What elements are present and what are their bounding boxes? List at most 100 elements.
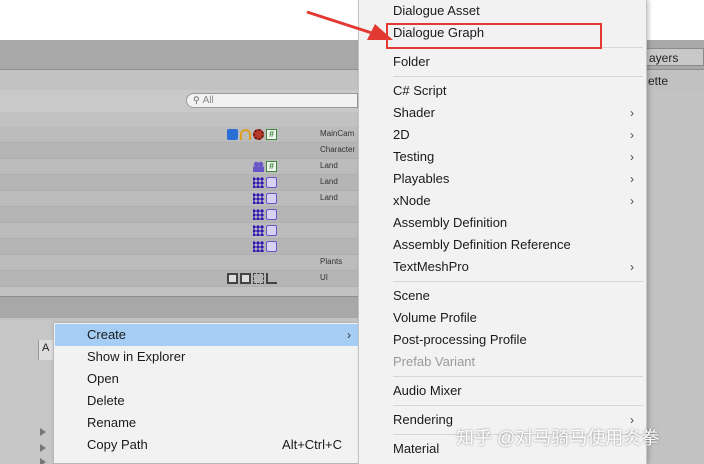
eye-icon[interactable] (266, 209, 277, 220)
tab-palette[interactable]: ette (640, 72, 704, 90)
move-tool-icon[interactable] (266, 273, 277, 284)
script-icon[interactable]: # (266, 161, 277, 172)
expand-triangle-icon[interactable] (40, 444, 46, 452)
create-item-dialogue-asset[interactable]: Dialogue Asset (359, 0, 646, 22)
create-item-audio-mixer[interactable]: Audio Mixer (359, 380, 646, 402)
grid-icon[interactable] (253, 225, 264, 236)
menu-item-label: Volume Profile (393, 310, 477, 325)
chevron-right-icon: › (630, 150, 634, 164)
gear-icon[interactable] (253, 129, 264, 140)
menu-item-label: Shader (393, 105, 435, 120)
create-item-post-processing-profile[interactable]: Post-processing Profile (359, 329, 646, 351)
menu-item-show-in-explorer[interactable]: Show in Explorer (55, 346, 359, 368)
context-menu: Create › Show in Explorer Open Delete Rename C… (53, 322, 360, 464)
menu-item-label: xNode (393, 193, 431, 208)
create-item-testing[interactable]: Testing › (359, 146, 646, 168)
camera-icon[interactable] (227, 129, 238, 140)
menu-separator (393, 76, 643, 77)
menu-item-label: Post-processing Profile (393, 332, 527, 347)
create-item-prefab-variant: Prefab Variant (359, 351, 646, 373)
layer-name: UI (320, 273, 328, 282)
create-item-2d[interactable]: 2D › (359, 124, 646, 146)
menu-separator (393, 405, 643, 406)
script-icon[interactable]: # (266, 129, 277, 140)
menu-item-label: Create (87, 327, 127, 342)
rect-tool-icon[interactable] (240, 273, 251, 284)
grid-icon[interactable] (253, 209, 264, 220)
menu-item-open[interactable]: Open (55, 368, 359, 390)
layer-icons (253, 193, 277, 205)
menu-item-label: Assembly Definition (393, 215, 508, 230)
headphones-icon[interactable] (240, 129, 251, 140)
rect-transform-icon[interactable] (253, 273, 264, 284)
layer-list: # MainCam Character # Land Land Land Plants UI (0, 127, 358, 287)
layer-row[interactable]: Land (0, 191, 358, 207)
eye-icon[interactable] (266, 241, 277, 252)
create-item-assembly-definition[interactable]: Assembly Definition (359, 212, 646, 234)
layer-row[interactable]: Plants (0, 255, 358, 271)
grid-icon[interactable] (253, 241, 264, 252)
menu-item-label: Dialogue Asset (393, 3, 480, 18)
menu-item-label: Material (393, 441, 440, 456)
create-item-textmeshpro[interactable]: TextMeshPro › (359, 256, 646, 278)
layer-icons: # (227, 129, 277, 141)
create-item-shader[interactable]: Shader › (359, 102, 646, 124)
menu-item-create[interactable]: Create › (55, 324, 359, 346)
search-input[interactable]: ⚲ All (186, 93, 358, 108)
layer-row[interactable]: Land (0, 175, 358, 191)
tab-layers[interactable]: ayers (640, 48, 704, 66)
layer-row[interactable]: # MainCam (0, 127, 358, 143)
search-icon: ⚲ (193, 95, 200, 105)
panel-divider (0, 296, 358, 318)
menu-item-label: Delete (87, 393, 125, 408)
menu-item-label: Testing (393, 149, 435, 164)
menu-item-rename[interactable]: Rename (55, 412, 359, 434)
menu-item-label: Audio Mixer (393, 383, 462, 398)
layer-name: Land (320, 193, 338, 202)
chevron-right-icon: › (630, 106, 634, 120)
create-item-folder[interactable]: Folder (359, 51, 646, 73)
menu-item-label: Playables (393, 171, 450, 186)
eye-icon[interactable] (266, 177, 277, 188)
highlight-box (386, 23, 602, 49)
menu-item-label: Assembly Definition Reference (393, 237, 571, 252)
layer-row[interactable]: UI (0, 271, 358, 287)
chevron-right-icon: › (630, 260, 634, 274)
menu-item-label: Rename (87, 415, 137, 430)
grid-icon[interactable] (253, 193, 264, 204)
menu-item-delete[interactable]: Delete (55, 390, 359, 412)
eye-icon[interactable] (266, 225, 277, 236)
layer-row[interactable] (0, 207, 358, 223)
create-item-volume-profile[interactable]: Volume Profile (359, 307, 646, 329)
create-item-assembly-definition-reference[interactable]: Assembly Definition Reference (359, 234, 646, 256)
menu-item-label: Copy Path (87, 437, 148, 452)
rect-tool-icon[interactable] (227, 273, 238, 284)
menu-item-label: Show in Explorer (87, 349, 186, 364)
layer-row[interactable]: Character (0, 143, 358, 159)
menu-item-label: C# Script (393, 83, 447, 98)
chevron-right-icon: › (630, 128, 634, 142)
menu-item-label: Open (87, 371, 119, 386)
menu-item-copy-path[interactable]: Copy Path Alt+Ctrl+C (55, 434, 359, 456)
layer-icons (253, 209, 277, 221)
layer-row[interactable] (0, 223, 358, 239)
column-header[interactable]: A (38, 340, 54, 360)
eye-icon[interactable] (266, 193, 277, 204)
create-item-playables[interactable]: Playables › (359, 168, 646, 190)
menu-item-label: TextMeshPro (393, 259, 469, 274)
layer-name: Plants (320, 257, 343, 266)
create-item-xnode[interactable]: xNode › (359, 190, 646, 212)
create-item-c-script[interactable]: C# Script (359, 80, 646, 102)
expand-triangle-icon[interactable] (40, 428, 46, 436)
expand-triangle-icon[interactable] (40, 458, 46, 464)
grid-icon[interactable] (253, 177, 264, 188)
menu-shortcut: Alt+Ctrl+C (282, 437, 342, 452)
people-icon[interactable] (253, 161, 264, 172)
layer-row[interactable] (0, 239, 358, 255)
menu-item-label: 2D (393, 127, 410, 142)
menu-item-label: Folder (393, 54, 430, 69)
create-item-scene[interactable]: Scene (359, 285, 646, 307)
layer-row[interactable]: # Land (0, 159, 358, 175)
menu-item-label: Rendering (393, 412, 453, 427)
menu-item-label: Prefab Variant (393, 354, 476, 369)
